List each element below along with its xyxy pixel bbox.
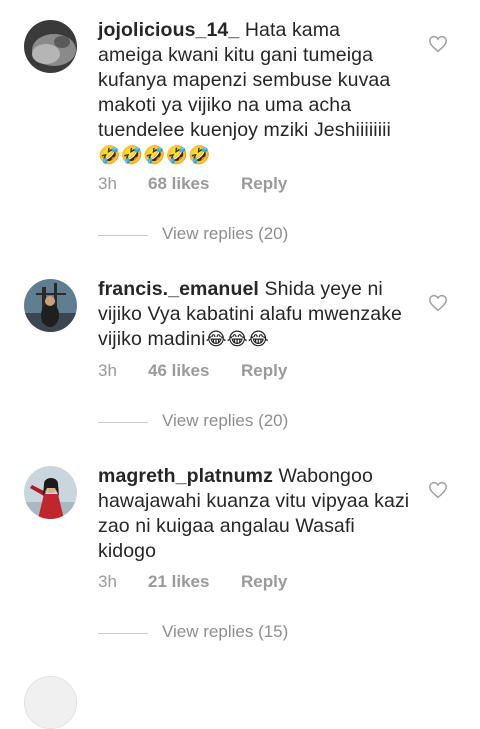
comment-username[interactable]: francis._emanuel (98, 278, 259, 300)
comment-username[interactable]: jojolicious_14_ (98, 19, 239, 41)
reply-button[interactable]: Reply (241, 572, 287, 592)
view-replies-label[interactable]: View replies (20) (162, 411, 288, 431)
comment-username[interactable]: magreth_platnumz (98, 465, 273, 487)
view-replies[interactable]: View replies (20) (98, 411, 438, 435)
reply-button[interactable]: Reply (241, 174, 287, 194)
comment-text: jojolicious_14_ Hata kama ameiga kwani k… (98, 18, 410, 168)
comment-time: 3h (98, 361, 117, 380)
avatar[interactable] (24, 676, 77, 729)
view-replies[interactable]: View replies (20) (98, 224, 438, 248)
comment-text: francis._emanuel Shida yeye ni vijiko Vy… (98, 277, 410, 352)
reply-button[interactable]: Reply (241, 361, 287, 381)
replies-divider (98, 633, 148, 634)
view-replies[interactable]: View replies (15) (98, 622, 438, 646)
comment-emoji: 🤣🤣🤣🤣🤣 (98, 145, 211, 166)
replies-divider (98, 422, 148, 423)
avatar[interactable] (24, 279, 77, 332)
comment-text: magreth_platnumz Wabongoo hawajawahi kua… (98, 464, 410, 564)
heart-outline-icon[interactable] (428, 35, 448, 53)
avatar[interactable] (24, 20, 77, 73)
view-replies-label[interactable]: View replies (15) (162, 622, 288, 642)
comment-time: 3h (98, 572, 117, 591)
replies-divider (98, 235, 148, 236)
heart-outline-icon[interactable] (428, 294, 448, 312)
heart-outline-icon[interactable] (428, 481, 448, 499)
comment-emoji: 😂😂😂 (205, 329, 269, 350)
avatar[interactable] (24, 466, 77, 519)
view-replies-label[interactable]: View replies (20) (162, 224, 288, 244)
comment-time: 3h (98, 174, 117, 193)
likes-count[interactable]: 46 likes (148, 361, 209, 381)
likes-count[interactable]: 68 likes (148, 174, 209, 194)
likes-count[interactable]: 21 likes (148, 572, 209, 592)
